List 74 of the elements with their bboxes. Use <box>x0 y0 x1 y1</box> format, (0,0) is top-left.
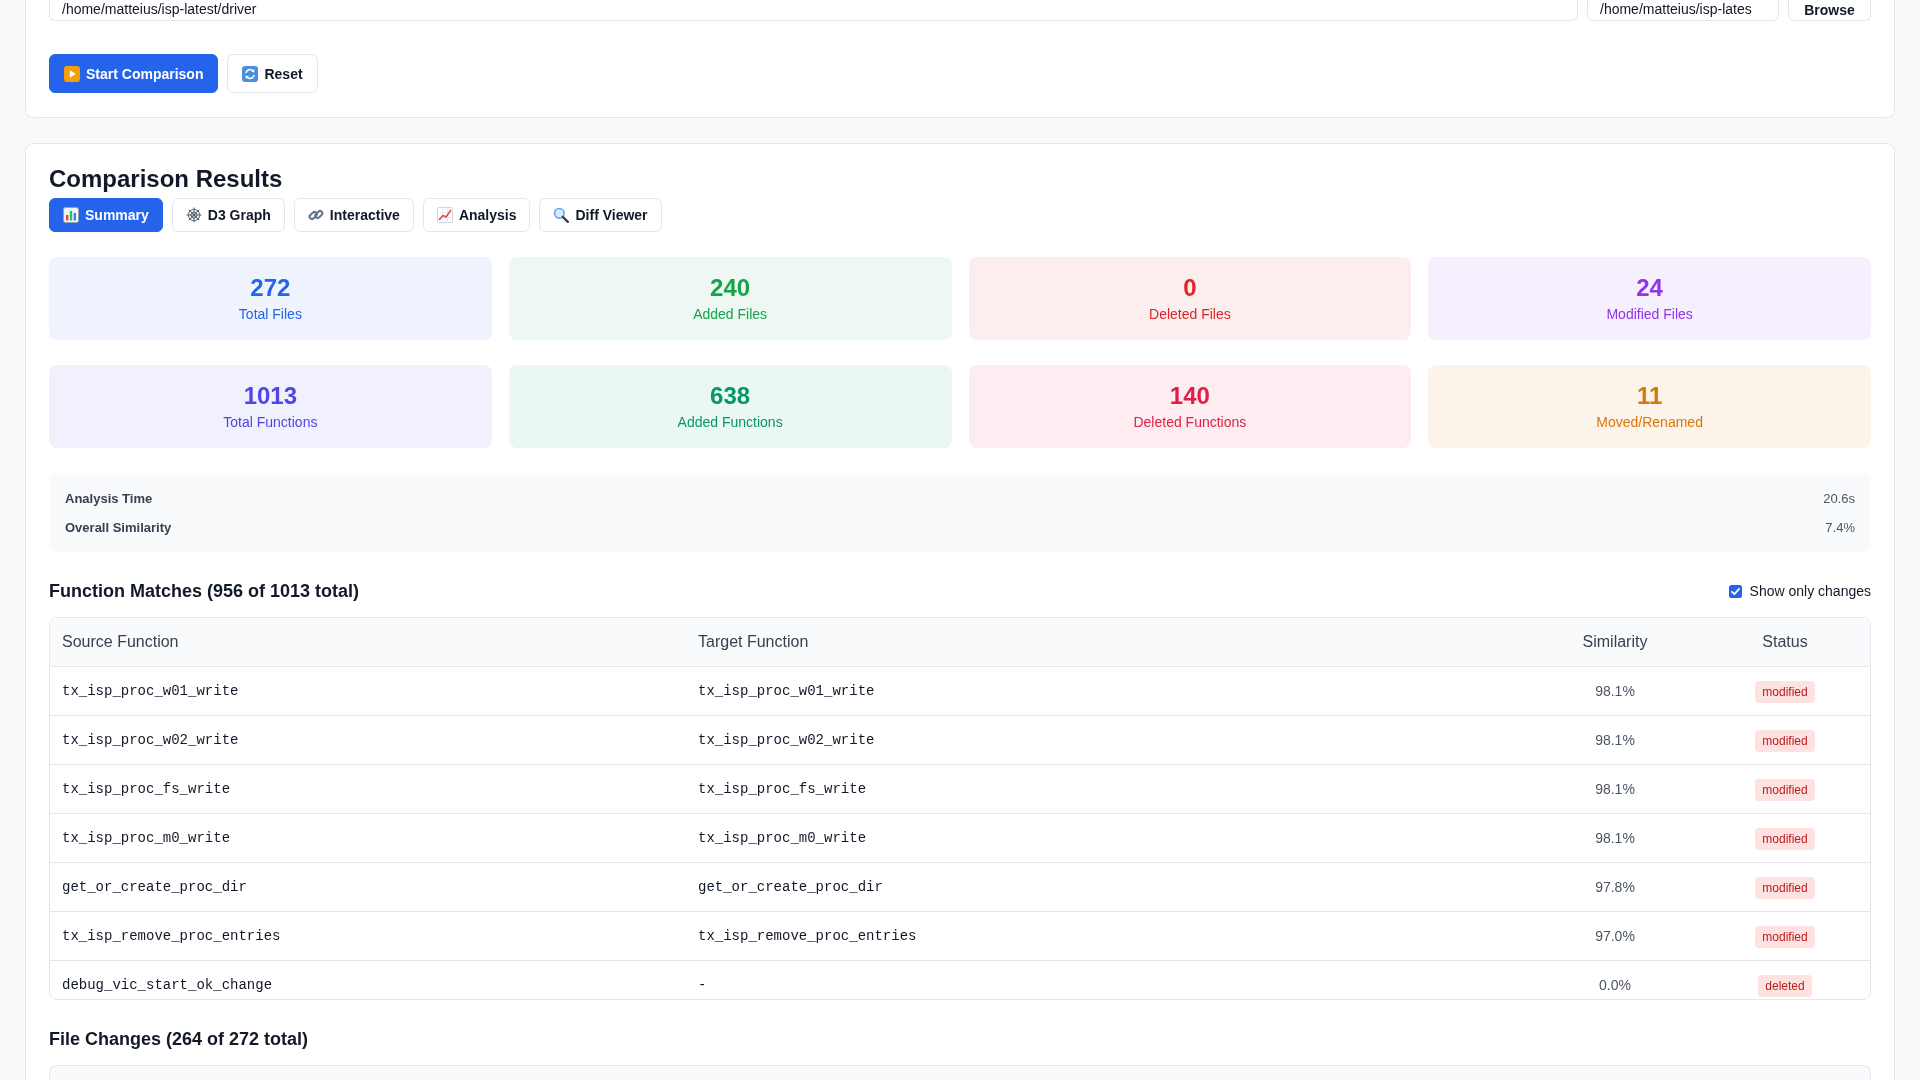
stat-label: Total Files <box>238 305 302 323</box>
stat-value: 272 <box>250 274 291 302</box>
stat-label: Deleted Functions <box>1133 413 1247 431</box>
source-function-name: tx_isp_proc_w02_write <box>62 732 239 748</box>
tab[interactable]: Diff Viewer <box>539 198 662 232</box>
file-changes-title: File Changes (264 of 272 total) <box>49 1028 309 1051</box>
status-badge: modified <box>1755 730 1815 752</box>
search-icon <box>553 207 570 223</box>
column-header: Target Function <box>698 633 809 651</box>
stat-label: Deleted Files <box>1149 305 1231 323</box>
stat-value: 1013 <box>243 382 298 410</box>
target-function-name: tx_isp_proc_w02_write <box>698 732 875 748</box>
play-icon <box>64 65 80 82</box>
stat-value: 140 <box>1169 382 1210 410</box>
source-function-name: get_or_create_proc_dir <box>62 879 247 895</box>
source-path-field[interactable]: /home/matteius/isp-latest/driver <box>49 0 1578 21</box>
status-badge: modified <box>1755 779 1815 801</box>
stat-label: Total Functions <box>223 413 318 431</box>
tab[interactable]: Interactive <box>293 198 414 232</box>
similarity-value: 98.1% <box>1595 830 1635 846</box>
reset-button[interactable]: Reset <box>227 54 318 93</box>
line-chart-icon <box>436 207 453 223</box>
status-badge: modified <box>1755 877 1815 899</box>
stat-label: Modified Files <box>1606 305 1693 323</box>
source-function-name: tx_isp_remove_proc_entries <box>62 928 281 944</box>
stat-value: 0 <box>1183 274 1197 302</box>
target-function-name: tx_isp_proc_m0_write <box>698 830 867 846</box>
source-function-name: tx_isp_proc_fs_write <box>62 781 231 797</box>
source-function-name: debug_vic_start_ok_change <box>62 977 273 993</box>
status-badge: deleted <box>1758 975 1812 997</box>
browse-button[interactable]: Browse <box>1788 0 1871 21</box>
similarity-value: 98.1% <box>1595 683 1635 699</box>
start-comparison-button[interactable]: Start Comparison <box>49 54 219 93</box>
target-function-name: - <box>698 977 707 993</box>
status-badge: modified <box>1755 926 1815 948</box>
checkbox[interactable] <box>1728 584 1742 598</box>
stat-value: 638 <box>710 382 751 410</box>
similarity-value: 98.1% <box>1595 732 1635 748</box>
column-header: Similarity <box>1582 633 1648 651</box>
tab[interactable]: Summary <box>49 198 163 232</box>
column-header: Source Function <box>62 633 179 651</box>
similarity-value: 97.8% <box>1595 879 1635 895</box>
similarity-value: 0.0% <box>1599 977 1631 993</box>
info-value: 20.6s <box>1823 491 1855 506</box>
refresh-icon <box>242 65 259 82</box>
stat-label: Added Files <box>693 305 768 323</box>
stat-value: 11 <box>1636 382 1663 410</box>
info-value: 7.4% <box>1825 520 1855 535</box>
target-path-field[interactable]: /home/matteius/isp-lates <box>1587 0 1779 21</box>
status-badge: modified <box>1755 828 1815 850</box>
source-function-name: tx_isp_proc_m0_write <box>62 830 231 846</box>
link-icon <box>307 207 324 223</box>
function-matches-title: Function Matches (956 of 1013 total) <box>49 580 360 603</box>
target-function-name: tx_isp_proc_w01_write <box>698 683 875 699</box>
target-function-name: get_or_create_proc_dir <box>698 879 883 895</box>
bar-chart-icon <box>63 207 79 223</box>
spider-web-icon <box>185 207 202 223</box>
info-label: Analysis Time <box>65 491 153 506</box>
status-badge: modified <box>1755 681 1815 703</box>
checkbox-label[interactable]: Show only changes <box>1749 583 1871 599</box>
tab[interactable]: D3 Graph <box>171 198 285 232</box>
target-function-name: tx_isp_remove_proc_entries <box>698 928 917 944</box>
stat-label: Added Functions <box>677 413 783 431</box>
column-header: Status <box>1762 633 1808 651</box>
similarity-value: 97.0% <box>1595 928 1635 944</box>
info-label: Overall Similarity <box>65 520 172 535</box>
similarity-value: 98.1% <box>1595 781 1635 797</box>
results-title: Comparison Results <box>49 164 283 194</box>
stat-value: 24 <box>1636 274 1663 302</box>
stat-label: Moved/Renamed <box>1596 413 1703 431</box>
target-function-name: tx_isp_proc_fs_write <box>698 781 867 797</box>
stat-value: 240 <box>710 274 751 302</box>
tab[interactable]: Analysis <box>422 198 531 232</box>
source-function-name: tx_isp_proc_w01_write <box>62 683 239 699</box>
